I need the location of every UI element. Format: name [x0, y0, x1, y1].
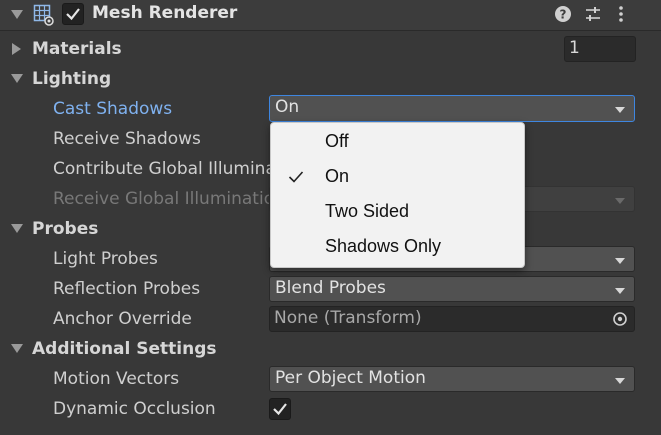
reflection-probes-dropdown[interactable]: Blend Probes: [269, 276, 635, 302]
light-probes-label: Light Probes: [53, 249, 158, 269]
probes-label[interactable]: Probes: [32, 219, 98, 239]
reflection-probes-value: Blend Probes: [275, 278, 386, 298]
object-picker-icon[interactable]: [612, 311, 628, 327]
motion-vectors-value: Per Object Motion: [275, 368, 426, 388]
anchor-override-field[interactable]: None (Transform): [269, 306, 635, 332]
checkmark-icon: [66, 8, 80, 21]
anchor-override-value: None (Transform): [274, 308, 422, 328]
chevron-down-icon: [615, 198, 625, 204]
materials-expand-icon[interactable]: [12, 43, 21, 55]
checkmark-icon: [273, 403, 287, 416]
dynamic-occlusion-label: Dynamic Occlusion: [53, 399, 216, 419]
receive-shadows-label: Receive Shadows: [53, 129, 201, 149]
chevron-down-icon: [615, 378, 625, 384]
menu-option-off[interactable]: Off: [325, 131, 349, 152]
probes-collapse-icon[interactable]: [11, 224, 23, 233]
menu-option-on[interactable]: On: [325, 166, 349, 187]
dynamic-occlusion-checkbox[interactable]: [269, 398, 291, 420]
anchor-override-label: Anchor Override: [53, 309, 192, 329]
reflection-probes-label: Reflection Probes: [53, 279, 201, 299]
component-title: Mesh Renderer: [92, 3, 238, 23]
help-icon[interactable]: ?: [554, 5, 572, 23]
contribute-gi-label: Contribute Global Illumina: [53, 159, 276, 179]
cast-shadows-label: Cast Shadows: [53, 99, 173, 119]
selected-check-icon: [288, 171, 304, 183]
materials-size-value: 1: [569, 38, 580, 58]
cast-shadows-dropdown[interactable]: On: [269, 95, 635, 122]
materials-size-field[interactable]: 1: [564, 36, 636, 62]
chevron-down-icon: [615, 258, 625, 264]
lighting-label[interactable]: Lighting: [32, 69, 111, 89]
materials-label[interactable]: Materials: [32, 39, 122, 59]
additional-collapse-icon[interactable]: [11, 344, 23, 353]
receive-gi-label: Receive Global Illuminatio: [53, 189, 275, 209]
component-enabled-checkbox[interactable]: [62, 3, 84, 25]
cast-shadows-value: On: [275, 97, 300, 117]
cast-shadows-menu: Off On Two Sided Shadows Only: [270, 122, 525, 268]
additional-settings-label[interactable]: Additional Settings: [32, 339, 217, 359]
chevron-down-icon: [615, 107, 625, 113]
kebab-menu-icon[interactable]: [614, 4, 628, 24]
chevron-down-icon: [615, 288, 625, 294]
preset-sliders-icon[interactable]: [584, 5, 602, 23]
collapse-arrow-icon[interactable]: [11, 10, 23, 19]
motion-vectors-dropdown[interactable]: Per Object Motion: [269, 366, 635, 392]
menu-option-two-sided[interactable]: Two Sided: [325, 201, 409, 222]
menu-option-shadows-only[interactable]: Shadows Only: [325, 236, 441, 257]
lighting-collapse-icon[interactable]: [11, 74, 23, 83]
motion-vectors-label: Motion Vectors: [53, 369, 180, 389]
mesh-renderer-icon: [33, 4, 54, 26]
svg-text:?: ?: [560, 8, 567, 22]
